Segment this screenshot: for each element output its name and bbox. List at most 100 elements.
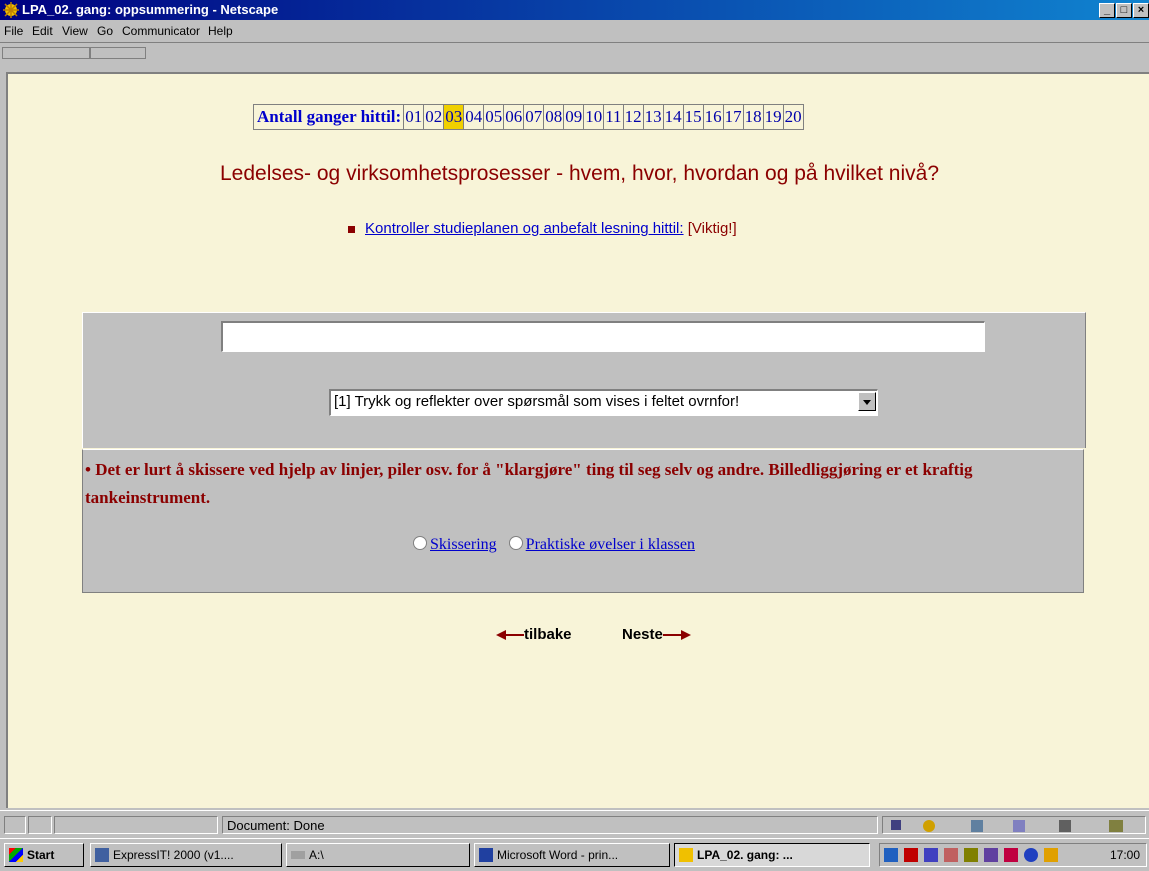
counter-number-07[interactable]: 07 — [523, 105, 543, 129]
counter-number-14[interactable]: 14 — [662, 105, 683, 129]
page-content: Antall ganger hittil: 01 02 03 04 05 06 07 08 09 1… — [6, 72, 1149, 808]
menu-communicator[interactable]: Communicator — [122, 24, 200, 38]
page-heading: Ledelses- og virksomhetsprosesser - hvem… — [219, 162, 940, 185]
counter-number-01[interactable]: 01 — [403, 105, 423, 129]
progress-box — [54, 816, 218, 834]
minimize-button[interactable]: _ — [1099, 3, 1115, 18]
start-button[interactable]: Start — [4, 843, 84, 867]
tip-panel: • Det er lurt å skissere ved hjelp av li… — [82, 449, 1084, 593]
component-bar — [882, 816, 1146, 834]
counter-number-06[interactable]: 06 — [503, 105, 523, 129]
netscape-icon — [679, 848, 693, 862]
counter-label: Antall ganger hittil: — [257, 107, 402, 126]
counter-number-20[interactable]: 20 — [782, 105, 803, 129]
toolbar-tab-navigation[interactable] — [2, 47, 90, 59]
menu-file[interactable]: File — [4, 24, 23, 38]
window-title: LPA_02. gang: oppsummering - Netscape — [22, 2, 279, 17]
arrow-icon[interactable] — [1044, 848, 1058, 862]
right-arrow-icon — [662, 630, 691, 641]
edit-icon[interactable] — [1109, 820, 1123, 832]
netscape-logo-icon — [3, 2, 19, 18]
taskbar-item-label: Microsoft Word - prin... — [497, 848, 619, 862]
radio-praktiske-ovelser[interactable] — [508, 536, 523, 551]
counter-number-11[interactable]: 11 — [603, 105, 622, 129]
menu-go[interactable]: Go — [97, 24, 113, 38]
speaker-icon[interactable] — [964, 848, 978, 862]
expressit-icon — [95, 848, 109, 862]
taskbar-item-label: A:\ — [309, 848, 324, 862]
question-select-value: [1] Trykk og reflekter over spørsmål som… — [334, 393, 740, 410]
network-icon[interactable] — [884, 848, 898, 862]
chat-icon[interactable] — [1024, 848, 1038, 862]
device-icon[interactable] — [984, 848, 998, 862]
menu-view[interactable]: View — [62, 24, 88, 38]
app-icon[interactable] — [944, 848, 958, 862]
tip-bullet: • — [85, 460, 91, 479]
toolbar-tab-location[interactable] — [90, 47, 146, 59]
dropdown-arrow-icon[interactable] — [858, 392, 876, 411]
option-link-praktiske-ovelser[interactable]: Praktiske øvelser i klassen — [526, 536, 695, 553]
netscape-icon[interactable] — [923, 820, 935, 832]
question-panel: [1] Trykk og reflekter over spørsmål som… — [82, 312, 1086, 448]
counter-number-18[interactable]: 18 — [742, 105, 763, 129]
counter-number-09[interactable]: 09 — [563, 105, 583, 129]
discussion-icon[interactable] — [1013, 820, 1025, 832]
back-link[interactable]: tilbake — [496, 626, 572, 643]
counter-number-16[interactable]: 16 — [702, 105, 723, 129]
floppy-drive-icon — [291, 851, 305, 859]
counter-number-15[interactable]: 15 — [682, 105, 703, 129]
word-icon — [479, 848, 493, 862]
security-lock-icon[interactable] — [4, 816, 26, 834]
connection-icon — [28, 816, 52, 834]
study-plan-item: Kontroller studieplanen og anbefalt lesn… — [348, 220, 737, 237]
counter-number-12[interactable]: 12 — [622, 105, 643, 129]
important-note: [Viktig!] — [687, 220, 737, 237]
status-text: Document: Done — [222, 816, 878, 834]
mail-icon[interactable] — [971, 820, 983, 832]
menu-edit[interactable]: Edit — [32, 24, 53, 38]
status-bar: Document: Done — [0, 810, 1149, 839]
next-label: Neste — [622, 626, 663, 643]
counter-number-03[interactable]: 03 — [443, 105, 464, 129]
taskbar-item-expressit[interactable]: ExpressIT! 2000 (v1.... — [90, 843, 282, 867]
counter-number-13[interactable]: 13 — [642, 105, 663, 129]
counter-number-02[interactable]: 02 — [423, 105, 443, 129]
left-arrow-icon — [496, 630, 524, 641]
composer-icon[interactable] — [1059, 820, 1071, 832]
tip-text: Det er lurt å skissere ved hjelp av linj… — [85, 460, 973, 507]
counter-number-05[interactable]: 05 — [483, 105, 503, 129]
counter-number-19[interactable]: 19 — [762, 105, 783, 129]
close-button[interactable]: × — [1133, 3, 1149, 18]
n-icon[interactable] — [904, 848, 918, 862]
study-plan-link[interactable]: Kontroller studieplanen og anbefalt lesn… — [365, 220, 684, 237]
window-title-bar[interactable]: LPA_02. gang: oppsummering - Netscape _ … — [0, 0, 1149, 20]
ati-icon[interactable] — [1004, 848, 1018, 862]
collapsed-toolbars — [0, 42, 1149, 71]
square-bullet-icon — [348, 225, 355, 233]
menu-bar: File Edit View Go Communicator Help — [0, 20, 1149, 42]
question-text-field[interactable] — [221, 321, 985, 352]
counter-number-10[interactable]: 10 — [583, 105, 603, 129]
monitor-icon[interactable] — [924, 848, 938, 862]
windows-logo-icon — [9, 848, 23, 862]
counter-number-17[interactable]: 17 — [722, 105, 743, 129]
taskbar-item-word[interactable]: Microsoft Word - prin... — [474, 843, 670, 867]
question-select[interactable]: [1] Trykk og reflekter over spørsmål som… — [329, 389, 878, 416]
option-group: Skissering Praktiske øvelser i klassen — [413, 536, 695, 554]
maximize-button[interactable]: □ — [1116, 3, 1132, 18]
session-counter: Antall ganger hittil: 01 02 03 04 05 06 07 08 09 1… — [253, 104, 804, 130]
option-link-skissering[interactable]: Skissering — [430, 536, 497, 553]
counter-number-08[interactable]: 08 — [543, 105, 563, 129]
counter-number-04[interactable]: 04 — [463, 105, 483, 129]
windows-taskbar: Start ExpressIT! 2000 (v1.... A:\ Micros… — [0, 838, 1149, 871]
clock: 17:00 — [1109, 848, 1140, 862]
system-tray: 17:00 — [879, 843, 1147, 867]
next-link[interactable]: Neste — [622, 626, 691, 643]
menu-help[interactable]: Help — [208, 24, 233, 38]
taskbar-item-label: ExpressIT! 2000 (v1.... — [113, 848, 234, 862]
navigator-icon[interactable] — [891, 820, 901, 830]
taskbar-item-drive-a[interactable]: A:\ — [286, 843, 470, 867]
taskbar-item-netscape[interactable]: LPA_02. gang: ... — [674, 843, 870, 867]
radio-skissering[interactable] — [413, 536, 427, 551]
taskbar-item-label: LPA_02. gang: ... — [697, 848, 793, 862]
